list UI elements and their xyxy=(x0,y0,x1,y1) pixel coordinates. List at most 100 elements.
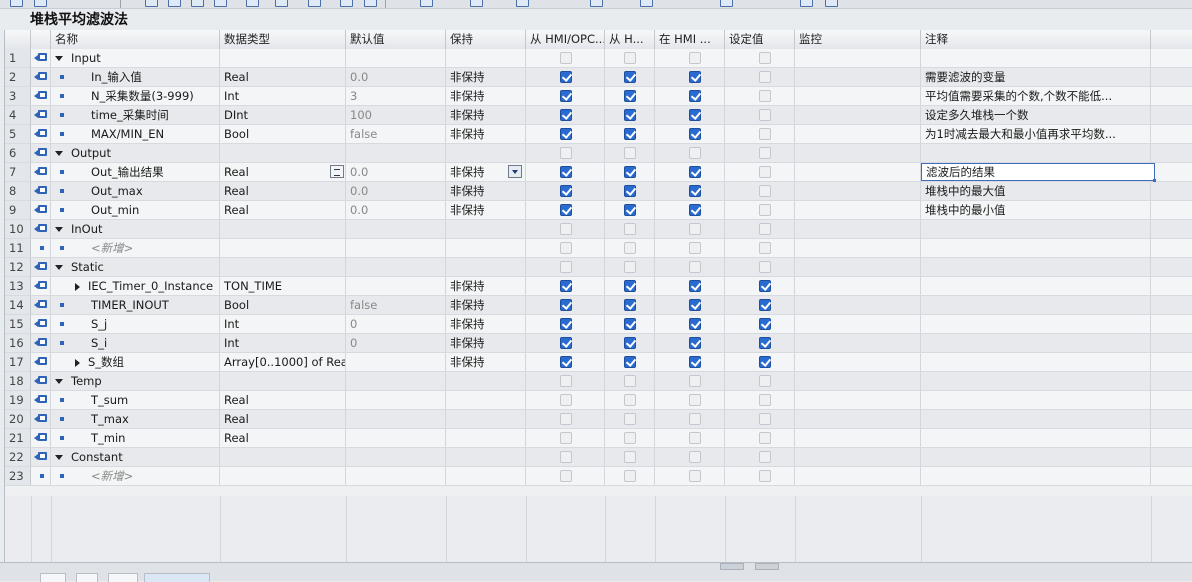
name-cell[interactable]: Out_max xyxy=(51,182,220,200)
hmi-checkbox[interactable] xyxy=(624,394,636,406)
hmi-checkbox[interactable] xyxy=(560,337,572,349)
header-default[interactable]: 默认值 xyxy=(346,30,446,49)
data-type-cell[interactable] xyxy=(220,220,346,238)
header-hmi-opc[interactable]: 从 HMI/OPC... xyxy=(526,30,605,49)
comment-cell[interactable] xyxy=(921,277,1151,295)
default-value-cell[interactable] xyxy=(346,410,446,428)
comment-cell[interactable] xyxy=(921,144,1151,162)
data-type-cell[interactable]: Real xyxy=(220,429,346,447)
hmi-checkbox[interactable] xyxy=(560,375,572,387)
hmi-checkbox[interactable] xyxy=(689,90,701,102)
toolbar-button-icon[interactable] xyxy=(275,0,288,7)
toolbar-button-icon[interactable] xyxy=(34,0,47,7)
hmi-checkbox[interactable] xyxy=(624,185,636,197)
name-cell[interactable]: InOut xyxy=(51,220,220,238)
default-value-cell[interactable] xyxy=(346,467,446,485)
hmi-checkbox[interactable] xyxy=(689,204,701,216)
comment-cell[interactable]: 平均值需要采集的个数,个数不能低... xyxy=(921,87,1151,105)
hmi-checkbox[interactable] xyxy=(560,413,572,425)
name-cell[interactable]: Input xyxy=(51,49,220,67)
hmi-checkbox[interactable] xyxy=(624,90,636,102)
toolbar-button-icon[interactable] xyxy=(214,0,227,7)
hmi-checkbox[interactable] xyxy=(560,52,572,64)
name-cell[interactable]: Out_输出结果 xyxy=(51,163,220,181)
data-type-cell[interactable]: Real xyxy=(220,68,346,86)
default-value-cell[interactable] xyxy=(346,353,446,371)
toolbar-button-icon[interactable] xyxy=(420,0,433,7)
hmi-checkbox[interactable] xyxy=(689,280,701,292)
hmi-checkbox[interactable] xyxy=(624,280,636,292)
hmi-checkbox[interactable] xyxy=(560,261,572,273)
collapse-triangle-icon[interactable] xyxy=(55,56,63,61)
comment-cell[interactable] xyxy=(921,391,1151,409)
table-row[interactable]: 2 In_输入值 Real 0.0 非保持 需要滤波的变量 xyxy=(5,68,1192,87)
toolbar-button-icon[interactable] xyxy=(246,0,259,7)
hmi-checkbox[interactable] xyxy=(560,451,572,463)
data-type-cell[interactable]: DInt xyxy=(220,106,346,124)
hmi-checkbox[interactable] xyxy=(689,128,701,140)
collapse-triangle-icon[interactable] xyxy=(55,265,63,270)
hmi-checkbox[interactable] xyxy=(624,71,636,83)
hmi-checkbox[interactable] xyxy=(689,223,701,235)
data-type-cell[interactable]: Array[0..1000] of Real xyxy=(220,353,346,371)
name-cell[interactable]: S_j xyxy=(51,315,220,333)
toolbar-button-icon[interactable] xyxy=(640,0,653,7)
setpoint-checkbox[interactable] xyxy=(759,451,771,463)
hmi-checkbox[interactable] xyxy=(624,242,636,254)
default-value-cell[interactable]: false xyxy=(346,296,446,314)
data-type-cell[interactable] xyxy=(220,49,346,67)
collapse-triangle-icon[interactable] xyxy=(55,379,63,384)
comment-cell[interactable]: 为1时减去最大和最小值再求平均数... xyxy=(921,125,1151,143)
setpoint-checkbox[interactable] xyxy=(759,147,771,159)
comment-cell[interactable] xyxy=(921,315,1151,333)
comment-cell[interactable] xyxy=(921,448,1151,466)
table-row[interactable]: 21 T_min Real xyxy=(5,429,1192,448)
retain-cell[interactable]: 非保持 xyxy=(446,277,526,295)
data-type-cell[interactable]: TON_TIME xyxy=(220,277,346,295)
toolbar-button-icon[interactable] xyxy=(800,0,813,7)
setpoint-checkbox[interactable] xyxy=(759,166,771,178)
name-cell[interactable]: <新增> xyxy=(51,239,220,257)
setpoint-checkbox[interactable] xyxy=(759,318,771,330)
default-value-cell[interactable]: false xyxy=(346,125,446,143)
data-type-cell[interactable] xyxy=(220,448,346,466)
hmi-checkbox[interactable] xyxy=(624,299,636,311)
name-cell[interactable]: TIMER_INOUT xyxy=(51,296,220,314)
hmi-checkbox[interactable] xyxy=(560,318,572,330)
setpoint-checkbox[interactable] xyxy=(759,375,771,387)
table-row[interactable]: 14 TIMER_INOUT Bool false 非保持 xyxy=(5,296,1192,315)
default-value-cell[interactable]: 3 xyxy=(346,87,446,105)
setpoint-checkbox[interactable] xyxy=(759,413,771,425)
comment-cell[interactable]: 堆栈中的最小值 xyxy=(921,201,1151,219)
name-cell[interactable]: Temp xyxy=(51,372,220,390)
bottom-tab[interactable] xyxy=(40,573,66,582)
data-type-cell[interactable]: Real xyxy=(220,391,346,409)
header-hmi-in[interactable]: 在 HMI ... xyxy=(655,30,725,49)
default-value-cell[interactable] xyxy=(346,144,446,162)
retain-cell[interactable] xyxy=(446,49,526,67)
comment-cell[interactable] xyxy=(921,410,1151,428)
expand-triangle-icon[interactable] xyxy=(75,358,80,367)
data-type-cell[interactable]: Int xyxy=(220,334,346,352)
table-row[interactable]: 20 T_max Real xyxy=(5,410,1192,429)
hmi-checkbox[interactable] xyxy=(560,432,572,444)
comment-cell[interactable] xyxy=(921,258,1151,276)
hmi-checkbox[interactable] xyxy=(560,185,572,197)
toolbar-button-icon[interactable] xyxy=(470,0,483,7)
hmi-checkbox[interactable] xyxy=(689,413,701,425)
hmi-checkbox[interactable] xyxy=(560,90,572,102)
hmi-checkbox[interactable] xyxy=(560,280,572,292)
hmi-checkbox[interactable] xyxy=(560,356,572,368)
retain-cell[interactable] xyxy=(446,429,526,447)
retain-dropdown-icon[interactable] xyxy=(508,165,522,178)
data-type-cell[interactable] xyxy=(220,258,346,276)
name-cell[interactable]: Constant xyxy=(51,448,220,466)
table-row[interactable]: 9 Out_min Real 0.0 非保持 堆栈中的最小值 xyxy=(5,201,1192,220)
data-type-cell[interactable] xyxy=(220,144,346,162)
toolbar-button-icon[interactable] xyxy=(168,0,181,7)
hmi-checkbox[interactable] xyxy=(560,470,572,482)
bottom-tab[interactable] xyxy=(76,573,98,582)
toolbar-button-icon[interactable] xyxy=(364,0,377,7)
default-value-cell[interactable]: 0.0 xyxy=(346,68,446,86)
toolbar-button-icon[interactable] xyxy=(340,0,353,7)
